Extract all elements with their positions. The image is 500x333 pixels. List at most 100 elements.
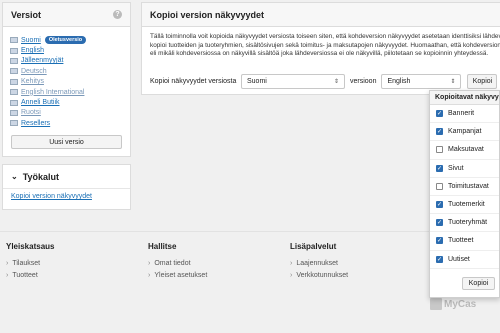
help-icon[interactable]: ?	[113, 10, 122, 19]
chevron-down-icon[interactable]: ⌄	[11, 172, 18, 181]
flag-icon	[10, 89, 18, 96]
version-list: Suomi Oletusversio English Jälleenmyyjät Deu…	[3, 27, 130, 129]
flag-icon	[10, 57, 18, 64]
visibility-type-list: ✓ Bannerit ✓ Kampanjat Maksutavat ✓ Sivut Toimi…	[430, 105, 499, 269]
chevron-down-icon: ⇕	[450, 78, 456, 85]
visibility-option[interactable]: ✓ Sivut	[430, 160, 499, 178]
flag-icon	[10, 99, 18, 106]
visibility-option[interactable]: ✓ Bannerit	[430, 105, 499, 124]
mycashflow-logo: MyCas	[430, 298, 476, 310]
from-label: Kopioi näkyvyydet versiosta	[150, 77, 237, 85]
footer-link[interactable]: Yleiset asetukset	[148, 272, 207, 279]
footer-column-overview: Yleiskatsaus Tilaukset Tuotteet	[6, 242, 54, 284]
version-item: English	[10, 45, 123, 55]
checkbox-checked-icon[interactable]: ✓	[436, 164, 443, 172]
source-version-select[interactable]: Suomi ⇕	[241, 73, 345, 89]
version-item: English International	[10, 87, 123, 97]
version-link[interactable]: Suomi	[21, 37, 41, 44]
checkbox-checked-icon[interactable]: ✓	[436, 128, 443, 136]
description-line: eli mikäli kohdeversiossa on näkyvillä s…	[150, 50, 489, 58]
footer-link[interactable]: Tuotteet	[6, 272, 54, 279]
flag-icon	[10, 120, 18, 127]
version-link[interactable]: Deutsch	[21, 68, 47, 75]
versions-panel: Versiot ? Suomi Oletusversio English Jällee…	[2, 2, 131, 157]
visibility-types-dropdown: Kopioitavat näkyvyydet ✓ Bannerit ✓ Kampanj…	[429, 90, 500, 298]
description-line: Tällä toiminnolla voit kopioida näkyvyyd…	[150, 33, 500, 40]
visibility-option[interactable]: ✓ Tuoteryhmät	[430, 214, 499, 233]
visibility-option-label: Tuotemerkit	[448, 201, 485, 209]
visibility-option-label: Maksutavat	[448, 146, 484, 154]
visibility-option-label: Bannerit	[448, 110, 475, 118]
checkbox-checked-icon[interactable]: ✓	[436, 219, 443, 227]
version-link[interactable]: Jälleenmyyjät	[21, 57, 63, 64]
version-item: Ruotsi	[10, 108, 123, 118]
checkbox-unchecked-icon[interactable]	[436, 146, 443, 154]
visibility-option[interactable]: Maksutavat	[430, 141, 499, 160]
dropdown-title: Kopioitavat näkyvyydet	[430, 91, 499, 105]
visibility-option[interactable]: ✓ Uutiset	[430, 251, 499, 269]
visibility-option[interactable]: ✓ Kampanjat	[430, 123, 499, 142]
dropdown-copy-button[interactable]: Kopioi	[462, 277, 495, 290]
copy-title: Kopioi version näkyvyydet	[150, 9, 265, 20]
version-link[interactable]: Ruotsi	[21, 109, 41, 116]
checkbox-checked-icon[interactable]: ✓	[436, 237, 443, 245]
source-version-value: Suomi	[247, 77, 267, 85]
visibility-option-label: Toimitustavat	[448, 182, 489, 190]
copy-button[interactable]: Kopioi	[467, 73, 498, 89]
new-version-button[interactable]: Uusi versio	[11, 135, 122, 149]
copy-description: Tällä toiminnolla voit kopioida näkyvyyd…	[142, 27, 500, 59]
footer-heading: Hallitse	[148, 242, 177, 251]
footer-link[interactable]: Omat tiedot	[148, 260, 207, 267]
tools-title: Työkalut	[22, 171, 60, 182]
logo-text: MyCas	[444, 298, 477, 310]
footer-link[interactable]: Verkkotunnukset	[290, 272, 348, 279]
checkbox-unchecked-icon[interactable]	[436, 182, 443, 190]
footer-link[interactable]: Tilaukset	[6, 260, 54, 267]
versions-header: Versiot ?	[3, 3, 130, 27]
visibility-option-label: Sivut	[448, 164, 464, 172]
version-link[interactable]: Resellers	[21, 120, 50, 127]
logo-icon	[430, 298, 442, 310]
target-version-value: English	[387, 77, 411, 85]
version-link[interactable]: Anneli Butiik	[21, 99, 60, 106]
visibility-option[interactable]: ✓ Tuotemerkit	[430, 196, 499, 215]
version-link[interactable]: English International	[21, 89, 84, 96]
description-line: kopioi tuotteiden ja tuoteryhmien, sisäl…	[150, 41, 500, 49]
versions-title: Versiot	[11, 9, 42, 20]
flag-icon	[10, 78, 18, 85]
flag-icon	[10, 68, 18, 75]
footer-column-services: Lisäpalvelut Laajennukset Verkkotunnukse…	[290, 242, 348, 284]
version-item: Resellers	[10, 118, 123, 128]
version-item: Jälleenmyyjät	[10, 56, 123, 66]
copy-visibility-panel: Kopioi version näkyvyydet Tällä toiminno…	[141, 2, 500, 95]
version-item: Anneli Butiik	[10, 97, 123, 107]
visibility-option-label: Kampanjat	[448, 128, 482, 136]
checkbox-checked-icon[interactable]: ✓	[436, 255, 443, 263]
copy-form-row: Kopioi näkyvyydet versiosta Suomi ⇕ vers…	[150, 73, 500, 89]
default-version-badge: Oletusversio	[44, 36, 87, 45]
visibility-option[interactable]: Toimitustavat	[430, 178, 499, 196]
version-item: Deutsch	[10, 66, 123, 76]
version-item: Suomi Oletusversio	[10, 35, 123, 45]
version-item: Kehitys	[10, 77, 123, 87]
footer-heading: Yleiskatsaus	[6, 242, 55, 251]
footer-column-manage: Hallitse Omat tiedot Yleiset asetukset	[148, 242, 207, 284]
chevron-down-icon: ⇕	[333, 78, 339, 85]
version-link[interactable]: Kehitys	[21, 78, 44, 85]
to-label: versioon	[350, 77, 377, 85]
checkbox-checked-icon[interactable]: ✓	[436, 110, 443, 118]
tools-header[interactable]: ⌄ Työkalut	[3, 165, 130, 189]
target-version-select[interactable]: English ⇕	[381, 73, 462, 89]
footer-heading: Lisäpalvelut	[290, 242, 337, 251]
version-link[interactable]: English	[21, 47, 44, 54]
flag-icon	[10, 47, 18, 54]
visibility-option-label: Uutiset	[448, 255, 470, 263]
copy-visibility-link[interactable]: Kopioi version näkyvyydet	[11, 193, 92, 200]
footer-link[interactable]: Laajennukset	[290, 260, 348, 267]
footer: Yleiskatsaus Tilaukset Tuotteet Hallitse…	[0, 231, 500, 333]
visibility-option-label: Tuoteryhmät	[448, 219, 488, 227]
visibility-option[interactable]: ✓ Tuotteet	[430, 232, 499, 251]
visibility-option-label: Tuotteet	[448, 237, 474, 245]
checkbox-checked-icon[interactable]: ✓	[436, 201, 443, 209]
flag-icon	[10, 109, 18, 116]
